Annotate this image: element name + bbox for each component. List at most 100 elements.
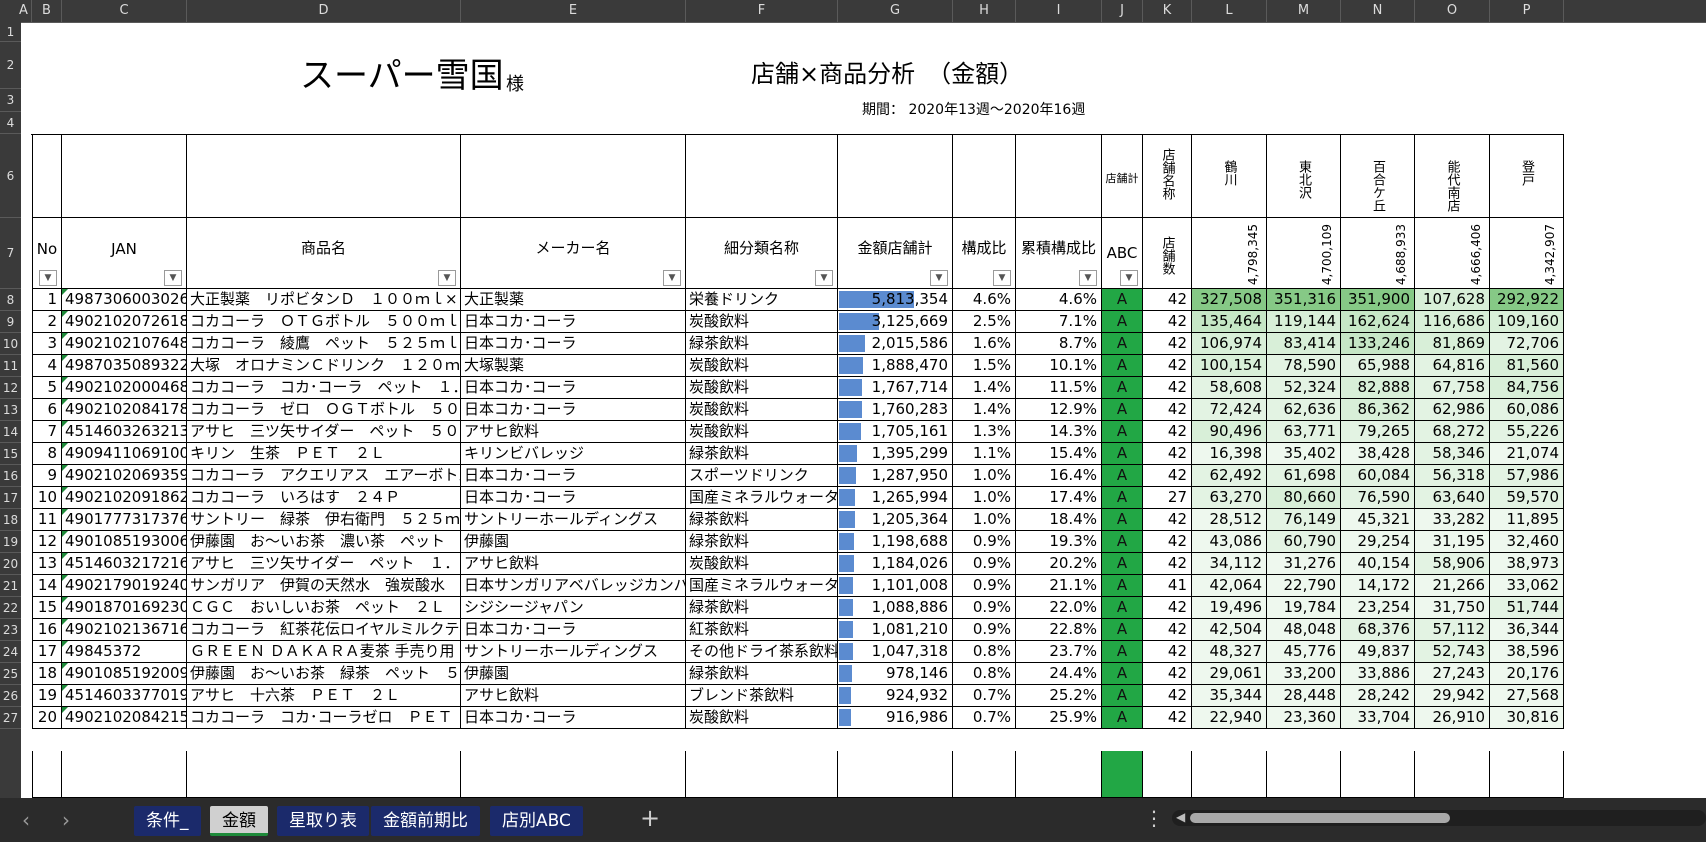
cell-share[interactable]: 0.9% (953, 597, 1016, 619)
cell-no[interactable]: 2 (32, 311, 62, 333)
cell-maker[interactable]: 日本コカ･コーラ (461, 465, 686, 487)
cell-store-value[interactable]: 31,195 (1415, 531, 1490, 553)
cell-maker[interactable]: 日本コカ･コーラ (461, 311, 686, 333)
cell-maker[interactable]: 伊藤園 (461, 663, 686, 685)
cell-jan[interactable]: 4902102136716 (62, 619, 187, 641)
cell-store-value[interactable]: 81,869 (1415, 333, 1490, 355)
cell-abc[interactable]: A (1102, 619, 1143, 641)
row-header-6[interactable]: 6 (0, 134, 21, 218)
cell-jan[interactable]: 4909411069100 (62, 443, 187, 465)
filter-dropdown-icon[interactable]: ▼ (39, 270, 57, 286)
cell-category[interactable]: 炭酸飲料 (686, 707, 838, 729)
sheet-tab-5[interactable]: 店別ABC (490, 806, 583, 836)
cell-category[interactable]: 緑茶飲料 (686, 509, 838, 531)
cell-empty[interactable] (1415, 751, 1490, 798)
cell-store-value[interactable]: 109,160 (1490, 311, 1564, 333)
cell-product[interactable]: コカコーラ コカ･コーラゼロ ＰＥＴ １．５Ｌ (187, 707, 461, 729)
cell-cum[interactable]: 10.1% (1016, 355, 1102, 377)
cell-store-value[interactable]: 28,512 (1192, 509, 1267, 531)
sheet-tab-4[interactable]: 金額前期比 (371, 806, 480, 836)
cell-store-value[interactable]: 35,402 (1267, 443, 1341, 465)
cell-store-value[interactable]: 14,172 (1341, 575, 1415, 597)
cell-store-count[interactable]: 42 (1143, 377, 1192, 399)
cell-abc[interactable]: A (1102, 377, 1143, 399)
cell-store-value[interactable]: 31,750 (1415, 597, 1490, 619)
cell-total[interactable]: 1,287,950 (838, 465, 953, 487)
cell-category[interactable]: 緑茶飲料 (686, 597, 838, 619)
cell-store-value[interactable]: 327,508 (1192, 289, 1267, 311)
cell-store-count[interactable]: 41 (1143, 575, 1192, 597)
cell-store-count[interactable]: 42 (1143, 641, 1192, 663)
cell-abc[interactable]: A (1102, 641, 1143, 663)
cell-store-value[interactable]: 67,758 (1415, 377, 1490, 399)
cell-maker[interactable]: アサヒ飲料 (461, 685, 686, 707)
cell-store-value[interactable]: 68,272 (1415, 421, 1490, 443)
cell-total[interactable]: 1,767,714 (838, 377, 953, 399)
cell-empty[interactable] (1143, 751, 1192, 798)
cell-store-value[interactable]: 23,254 (1341, 597, 1415, 619)
cell-no[interactable]: 16 (32, 619, 62, 641)
cell-store-value[interactable]: 59,570 (1490, 487, 1564, 509)
cell-total[interactable]: 5,813,354 (838, 289, 953, 311)
cell-maker[interactable]: キリンビバレッジ (461, 443, 686, 465)
cell-empty[interactable] (1016, 751, 1102, 798)
sheet-tab-1[interactable]: 条件_ (134, 806, 201, 836)
column-header-o[interactable]: O (1415, 0, 1490, 22)
cell-maker[interactable]: サントリーホールディングス (461, 509, 686, 531)
cell-cum[interactable]: 25.9% (1016, 707, 1102, 729)
cell-abc[interactable]: A (1102, 531, 1143, 553)
sheet-tab-2[interactable]: 金額 (210, 806, 268, 836)
filter-dropdown-icon[interactable]: ▼ (1079, 270, 1097, 286)
filter-dropdown-icon[interactable]: ▼ (930, 270, 948, 286)
filter-dropdown-icon[interactable]: ▼ (1120, 270, 1138, 286)
cell-store-value[interactable]: 33,704 (1341, 707, 1415, 729)
cell-store-value[interactable]: 38,973 (1490, 553, 1564, 575)
cell-abc[interactable]: A (1102, 663, 1143, 685)
row-header-8[interactable]: 8 (0, 289, 21, 311)
cell-store-value[interactable]: 76,149 (1267, 509, 1341, 531)
cell-store-value[interactable]: 33,200 (1267, 663, 1341, 685)
cell-no[interactable]: 11 (32, 509, 62, 531)
cell-empty[interactable] (461, 751, 686, 798)
cell-store-value[interactable]: 52,743 (1415, 641, 1490, 663)
cell-no[interactable]: 10 (32, 487, 62, 509)
cell-maker[interactable]: 日本サンガリアベバレッジカンパニー (461, 575, 686, 597)
cell-no[interactable]: 19 (32, 685, 62, 707)
row-header-24[interactable]: 24 (0, 641, 21, 663)
cell-store-value[interactable]: 19,784 (1267, 597, 1341, 619)
cell-share[interactable]: 0.8% (953, 663, 1016, 685)
cell-store-value[interactable]: 29,942 (1415, 685, 1490, 707)
cell-cum[interactable]: 14.3% (1016, 421, 1102, 443)
cell-store-value[interactable]: 76,590 (1341, 487, 1415, 509)
cell-abc[interactable]: A (1102, 421, 1143, 443)
cell-total[interactable]: 1,184,026 (838, 553, 953, 575)
cell-store-value[interactable]: 29,254 (1341, 531, 1415, 553)
cell-jan[interactable]: 4901777317376 (62, 509, 187, 531)
row-header-17[interactable]: 17 (0, 487, 21, 509)
cell-store-value[interactable]: 57,112 (1415, 619, 1490, 641)
cell-share[interactable]: 0.9% (953, 531, 1016, 553)
column-header-f[interactable]: F (686, 0, 838, 22)
cell-abc[interactable]: A (1102, 553, 1143, 575)
cell-store-value[interactable]: 16,398 (1192, 443, 1267, 465)
row-header-25[interactable]: 25 (0, 663, 21, 685)
cell-cum[interactable]: 22.0% (1016, 597, 1102, 619)
cell-store-value[interactable]: 100,154 (1192, 355, 1267, 377)
cell-store-value[interactable]: 133,246 (1341, 333, 1415, 355)
cell-total[interactable]: 1,888,470 (838, 355, 953, 377)
row-header-9[interactable]: 9 (0, 311, 21, 333)
cell-store-value[interactable]: 28,242 (1341, 685, 1415, 707)
cell-store-value[interactable]: 20,176 (1490, 663, 1564, 685)
cell-product[interactable]: 伊藤園 お～いお茶 濃い茶 ペット ５２５ｍｌ (187, 531, 461, 553)
cell-no[interactable]: 13 (32, 553, 62, 575)
cell-abc[interactable]: A (1102, 575, 1143, 597)
cell-store-value[interactable]: 60,790 (1267, 531, 1341, 553)
cell-share[interactable]: 1.4% (953, 399, 1016, 421)
cell-store-value[interactable]: 32,460 (1490, 531, 1564, 553)
row-header-14[interactable]: 14 (0, 421, 21, 443)
cell-cum[interactable]: 11.5% (1016, 377, 1102, 399)
cell-store-value[interactable]: 45,321 (1341, 509, 1415, 531)
cell-total[interactable]: 2,015,586 (838, 333, 953, 355)
cell-maker[interactable]: アサヒ飲料 (461, 421, 686, 443)
add-sheet-icon[interactable]: + (640, 804, 660, 832)
